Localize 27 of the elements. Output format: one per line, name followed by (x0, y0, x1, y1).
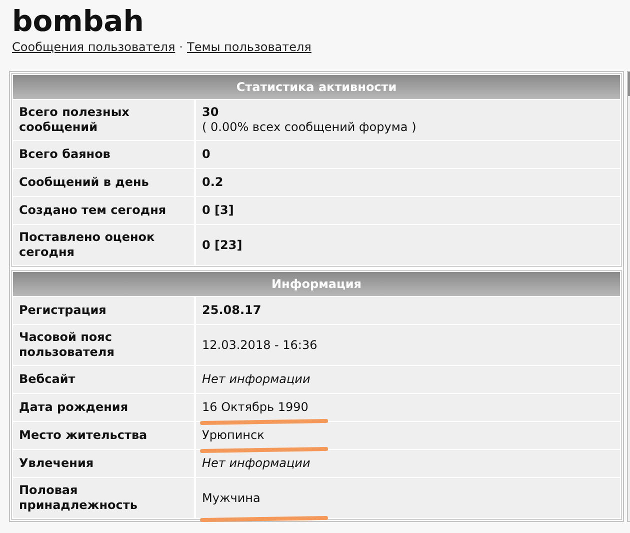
field-value-cell: 0.2 (196, 169, 620, 196)
field-value-cell: Нет информации (196, 366, 620, 393)
field-value-cell: 12.03.2018 - 16:36 (196, 325, 620, 365)
profile-link[interactable]: Сообщения пользователя (12, 40, 176, 54)
section-header: Информация (13, 272, 620, 296)
field-label-cell: Вебсайт (13, 366, 194, 393)
field-label-cell: Место жительства (13, 422, 194, 449)
profile-link[interactable]: Темы пользователя (187, 40, 312, 54)
field-label-cell: Дата рождения (13, 394, 194, 421)
field-label-cell: Часовой пояс пользователя (13, 325, 194, 365)
separator-dot: · (179, 40, 183, 54)
field-label-cell: Поставлено оценок сегодня (13, 225, 194, 265)
field-label-cell: Создано тем сегодня (13, 197, 194, 224)
username-title: bombah (12, 3, 145, 40)
field-value-cell: 30 ( 0.00% всех сообщений форума ) (196, 100, 620, 140)
field-label-cell: Увлечения (13, 450, 194, 477)
field-label-cell: Половая принадлежность (13, 478, 194, 518)
field-value-cell: 0 [3] (196, 197, 620, 224)
field-label-cell: Всего полезных сообщений (13, 100, 194, 140)
field-label-cell: Регистрация (13, 297, 194, 324)
field-value-cell: 25.08.17 (196, 297, 620, 324)
field-value-cell: Нет информации (196, 450, 620, 477)
field-value-cell: 0 (196, 141, 620, 168)
field-value-cell: 0 [23] (196, 225, 620, 265)
section-header: Статистика активности (13, 75, 620, 99)
field-label-cell: Сообщений в день (13, 169, 194, 196)
field-label-cell: Всего баянов (13, 141, 194, 168)
